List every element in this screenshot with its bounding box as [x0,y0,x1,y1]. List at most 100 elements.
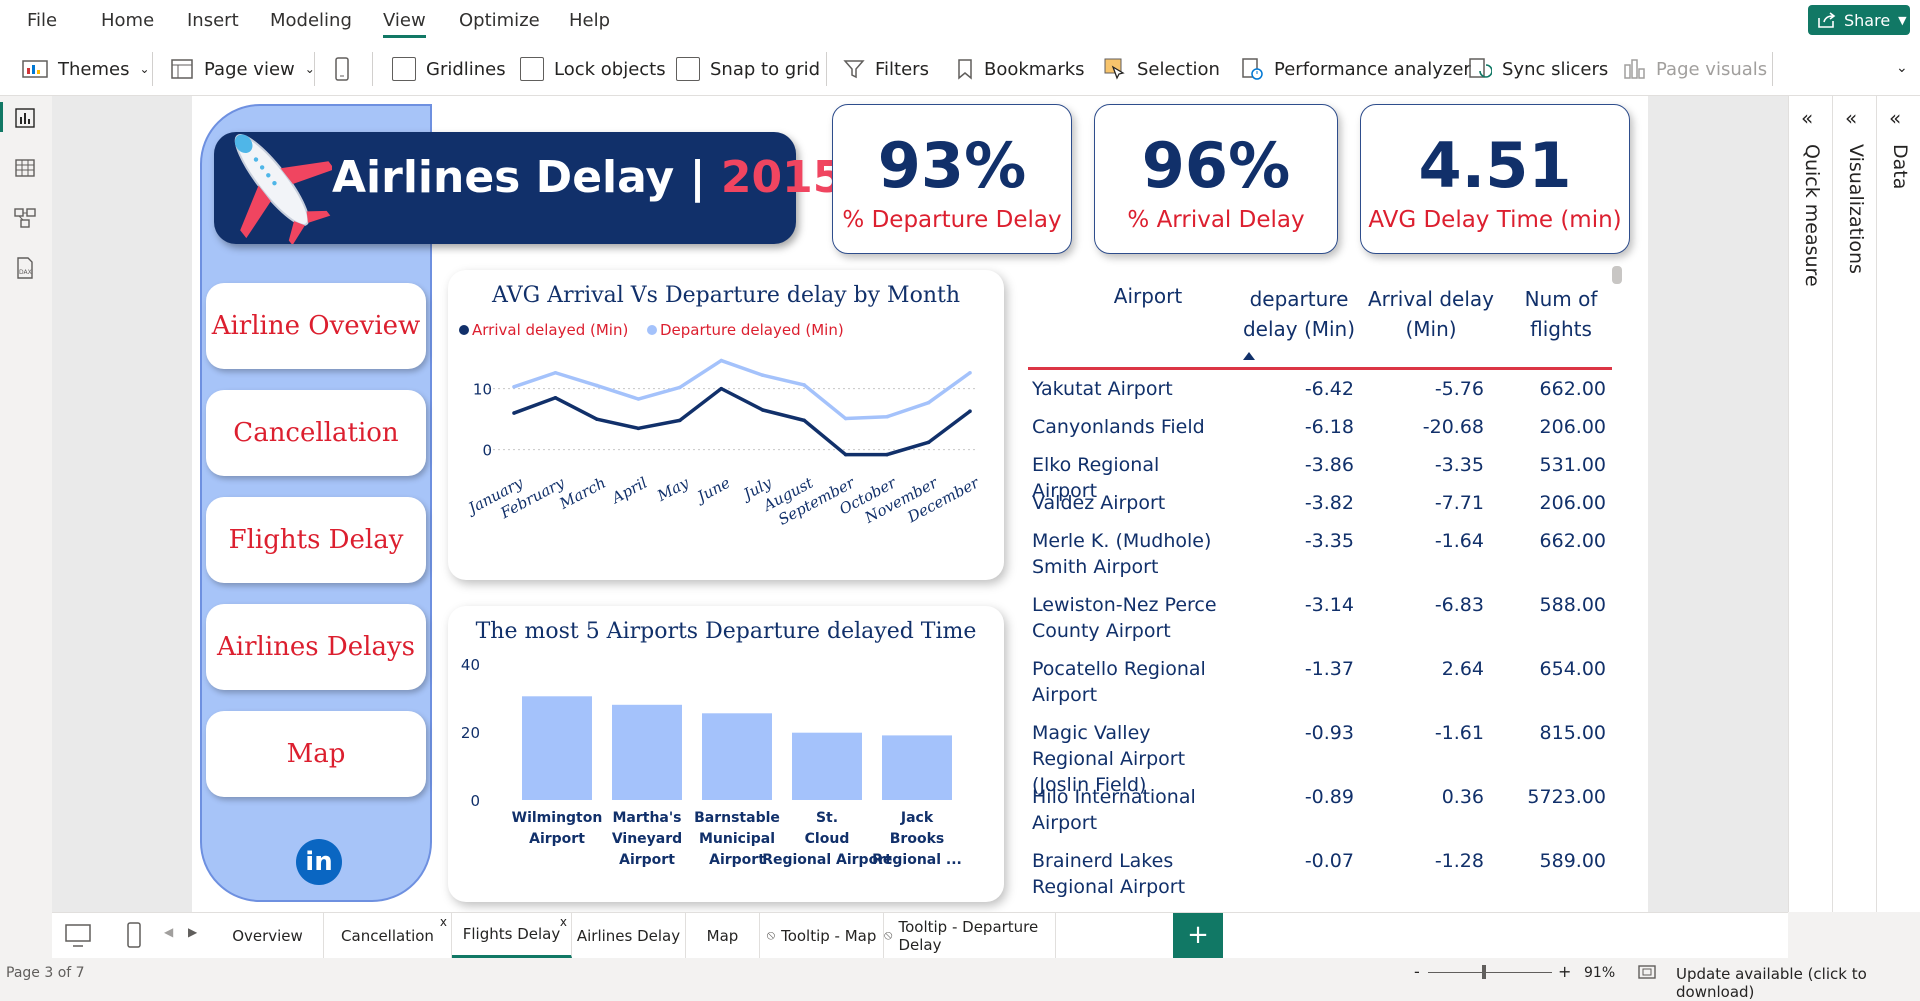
line-point [512,411,516,415]
update-available-link[interactable]: Update available (click to download) [1676,965,1920,1001]
scroll-right-icon[interactable]: ▶ [188,925,197,939]
lock-objects-checkbox[interactable] [520,57,544,81]
tab-map[interactable]: Map [686,913,760,958]
cell-airport: Canyonlands Field [1032,416,1205,438]
bookmarks-button[interactable]: Bookmarks [956,56,1085,82]
tab-airlines-delay[interactable]: Airlines Delay [572,913,686,958]
share-button[interactable]: Share ▼ [1808,5,1910,35]
table-row[interactable]: Valdez Airport -3.82 -7.71 206.00 [1028,488,1612,526]
close-tab-icon[interactable]: x [440,915,447,929]
menu-view[interactable]: View [383,10,426,38]
zoom-slider-thumb[interactable] [1482,965,1486,979]
snap-to-grid-checkbox[interactable] [676,57,700,81]
tab-label: Flights Delay [462,925,561,943]
y-tick-label: 10 [473,381,492,399]
sync-slicers-label: Sync slicers [1502,58,1609,80]
menu-file[interactable]: File [27,10,57,31]
visualizations-pane[interactable]: « Visualizations [1832,96,1876,912]
bar[interactable] [612,704,682,800]
line-chart-card[interactable]: AVG Arrival Vs Departure delay by Month … [448,270,1004,580]
x-tick-label: June [692,474,733,507]
header-num-flights[interactable]: Num of flights [1506,284,1616,344]
table-row[interactable]: Merle K. (Mudhole) Smith Airport -3.35 -1.… [1028,526,1612,590]
line-point [760,408,765,412]
menu-modeling[interactable]: Modeling [270,10,352,31]
tab-overview[interactable]: Overview [212,913,324,958]
scroll-left-icon[interactable]: ◀ [164,925,173,939]
cell-arrival-delay: -20.68 [1422,416,1484,438]
fit-to-page-icon[interactable] [1637,964,1657,980]
tab-flights-delay[interactable]: Flights Delay x [452,913,572,958]
table-row[interactable]: Lewiston-Nez Perce County Airport -3.14 -6… [1028,590,1612,654]
table-row[interactable]: Canyonlands Field -6.18 -20.68 206.00 [1028,412,1612,450]
performance-analyzer-button[interactable]: Performance analyzer [1240,56,1471,82]
tab-tooltip-departure-delay[interactable]: ⦸ Tooltip - Departure Delay [884,913,1056,958]
zoom-in-button[interactable]: + [1558,962,1571,981]
ribbon-expand-icon[interactable]: ⌄ [1896,60,1908,76]
menu-help[interactable]: Help [569,10,610,31]
collapse-icon[interactable]: « [1845,106,1857,130]
table-row[interactable]: Pocatello Regional Airport -1.37 2.64 654.0… [1028,654,1612,718]
bar-chart-card[interactable]: The most 5 Airports Departure delayed Ti… [448,606,1004,902]
table-row[interactable]: Magic Valley Regional Airport (Joslin Fi… [1028,718,1612,796]
nav-map-button[interactable]: Map [206,711,426,797]
add-page-button[interactable]: + [1173,913,1223,958]
quick-measure-pane[interactable]: « Quick measure [1788,96,1832,912]
table-view-icon[interactable] [13,156,37,180]
mobile-layout-icon[interactable] [126,921,142,949]
page-view-button[interactable]: Page view ⌄ [170,56,315,82]
linkedin-icon[interactable]: in [296,839,342,885]
menu-insert[interactable]: Insert [187,10,239,31]
cell-airport: Pocatello Regional Airport [1032,658,1206,706]
table-row[interactable]: Brainerd Lakes Regional Airport -0.07 -1.2… [1028,846,1612,900]
filter-icon [843,60,865,79]
mobile-layout-button[interactable] [334,56,350,82]
menu-optimize[interactable]: Optimize [459,10,540,31]
dax-query-view-icon[interactable]: DAX [13,256,37,280]
header-arrival-delay[interactable]: Arrival delay (Min) [1366,284,1496,344]
bar[interactable] [792,732,862,800]
airport-delay-table[interactable]: Airport departure delay (Min) Arrival de… [1028,266,1638,900]
sync-slicers-button[interactable]: Sync slicers [1468,56,1608,82]
header-departure-delay[interactable]: departure delay (Min) [1234,284,1364,344]
cell-airport: Lewiston-Nez Perce County Airport [1032,594,1217,642]
tab-tooltip-map[interactable]: ⦸ Tooltip - Map [760,913,884,958]
collapse-icon[interactable]: « [1801,106,1813,130]
table-scrollbar-thumb[interactable] [1612,266,1622,284]
gridlines-toggle[interactable]: Gridlines [392,56,506,82]
close-tab-icon[interactable]: x [560,915,567,929]
svg-text:DAX: DAX [19,269,32,276]
report-view-icon[interactable] [13,106,37,130]
bar[interactable] [522,696,592,800]
menu-home[interactable]: Home [101,10,154,31]
gridlines-checkbox[interactable] [392,57,416,81]
nav-airline-overview-button[interactable]: Airline Oveview [206,283,426,369]
line-point [802,383,806,387]
desktop-layout-icon[interactable] [64,923,92,949]
selection-button[interactable]: Selection [1103,56,1220,82]
snap-to-grid-toggle[interactable]: Snap to grid [676,56,820,82]
table-row[interactable]: Yakutat Airport -6.42 -5.76 662.00 [1028,374,1612,412]
zoom-out-button[interactable]: - [1414,962,1420,981]
nav-flights-delay-button[interactable]: Flights Delay [206,497,426,583]
cell-num-flights: 662.00 [1539,378,1606,400]
themes-button[interactable]: Themes ⌄ [22,56,150,82]
header-airport[interactable]: Airport [1088,284,1208,308]
bar[interactable] [882,735,952,800]
tab-cancellation[interactable]: Cancellation x [324,913,452,958]
share-icon [1818,12,1836,28]
themes-label: Themes [58,58,130,80]
table-row[interactable]: Elko Regional Airport -3.86 -3.35 531.00 [1028,450,1612,502]
collapse-icon[interactable]: « [1889,106,1901,130]
report-title-separator: | [689,152,706,203]
bar[interactable] [702,713,772,800]
lock-objects-toggle[interactable]: Lock objects [520,56,666,82]
phone-icon [335,57,349,81]
table-row[interactable]: Hilo International Airport -0.89 0.36 5723.… [1028,782,1612,846]
zoom-slider-track[interactable] [1428,972,1552,973]
nav-cancellation-button[interactable]: Cancellation [206,390,426,476]
model-view-icon[interactable] [13,206,37,230]
filters-button[interactable]: Filters [843,56,929,82]
nav-airlines-delays-button[interactable]: Airlines Delays [206,604,426,690]
data-pane[interactable]: « Data [1876,96,1920,912]
